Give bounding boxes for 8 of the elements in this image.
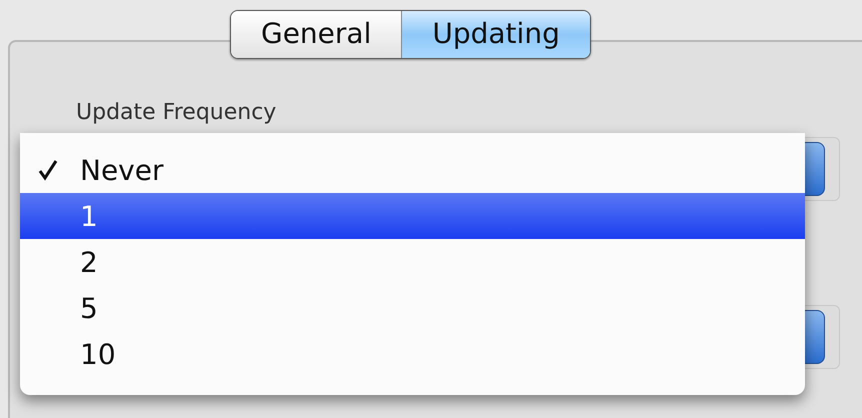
- tab[interactable]: Updating: [401, 11, 590, 58]
- menu-item[interactable]: Never: [20, 147, 805, 193]
- menu-item[interactable]: 2: [20, 239, 805, 285]
- update-frequency-label: Update Frequency: [76, 100, 278, 125]
- tab[interactable]: General: [231, 11, 402, 58]
- menu-item[interactable]: 10: [20, 331, 805, 377]
- menu-item[interactable]: 1: [20, 193, 805, 239]
- menu-item[interactable]: 5: [20, 285, 805, 331]
